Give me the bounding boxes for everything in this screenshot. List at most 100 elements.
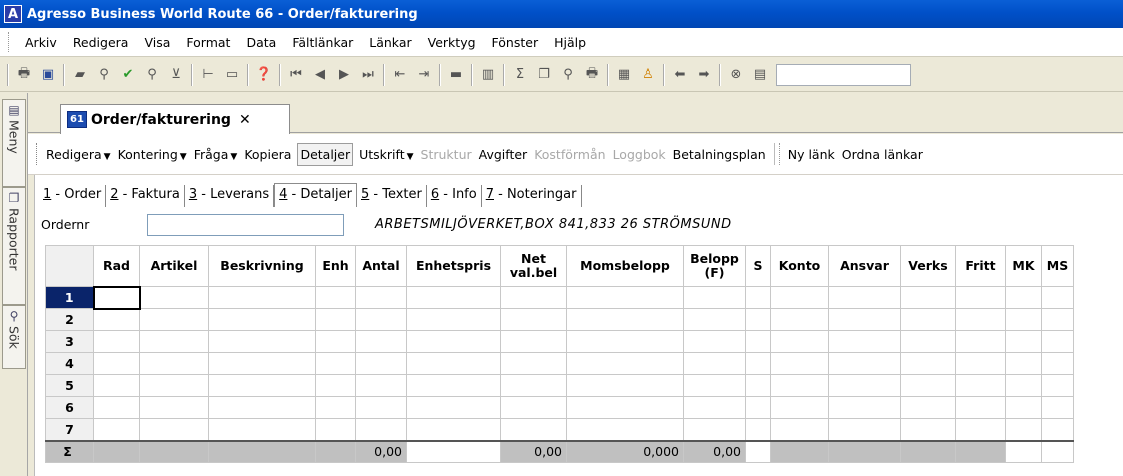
search-icon[interactable]: ⚲ [142,65,162,85]
grid-cell[interactable] [1005,286,1042,309]
grid-cell[interactable] [208,330,316,353]
grid-cell[interactable] [745,308,771,331]
grid-cell[interactable] [683,396,746,419]
grid-cell[interactable] [500,308,567,331]
column-header-net-val-bel[interactable]: Net val.bel [500,245,567,287]
grid-cell[interactable] [93,396,140,419]
merge-icon[interactable]: ⇥ [414,65,434,85]
row-number[interactable]: 4 [45,352,94,375]
grid-cell[interactable] [955,308,1006,331]
chart-icon[interactable]: ▥ [478,65,498,85]
grid-cell[interactable] [955,330,1006,353]
grid-cell[interactable] [955,352,1006,375]
toolbar-search-input[interactable] [776,63,911,86]
action-bar-grip-icon[interactable] [36,143,39,165]
find-icon[interactable]: ⚲ [94,65,114,85]
sidebar-tab-meny[interactable]: ▤ Meny [2,99,26,187]
subtab-3[interactable]: 3 - Leverans [185,185,275,207]
grid-cell[interactable] [683,308,746,331]
menu-arkiv[interactable]: Arkiv [25,35,57,50]
first-record-icon[interactable]: ⏮ [286,65,306,85]
subtab-7[interactable]: 7 - Noteringar [482,185,582,207]
grid-cell[interactable] [745,396,771,419]
grid-cell[interactable] [828,352,901,375]
grid-cell[interactable] [1041,352,1074,375]
split-icon[interactable]: ⇤ [390,65,410,85]
close-icon[interactable]: ✕ [239,112,251,128]
grid-cell[interactable] [1041,286,1074,309]
grid-cell[interactable] [683,352,746,375]
delete-row-icon[interactable]: ▭ [222,65,242,85]
grid-cell[interactable] [1005,352,1042,375]
action-struktur-button[interactable]: Struktur [420,144,473,165]
grid-cell[interactable] [406,396,501,419]
row-number[interactable]: 5 [45,374,94,397]
insert-row-icon[interactable]: ⊢ [198,65,218,85]
grid-cell[interactable] [566,418,684,441]
grid-cell[interactable] [828,374,901,397]
grid-cell[interactable] [315,396,356,419]
grid-cell[interactable] [745,374,771,397]
subtab-4[interactable]: 4 - Detaljer [274,183,357,207]
grid-cell[interactable] [770,330,829,353]
grid-cell[interactable] [93,330,140,353]
action-kontering-button[interactable]: Kontering ▼ [117,144,188,165]
grid-cell[interactable] [745,352,771,375]
grid-cell[interactable] [139,286,209,309]
grid-cell[interactable] [406,286,501,309]
sidebar-tab-sok[interactable]: ⚲ Sök [2,305,26,369]
grid-cell[interactable] [1005,374,1042,397]
column-header-antal[interactable]: Antal [355,245,407,287]
grid-cell[interactable] [355,308,407,331]
action-detaljer-button[interactable]: Detaljer [297,142,354,166]
grid-cell[interactable] [955,418,1006,441]
grid-cell[interactable] [355,396,407,419]
grid-cell[interactable] [139,352,209,375]
grid-cell[interactable] [900,418,956,441]
grid-cell[interactable] [828,396,901,419]
grid-cell[interactable] [828,418,901,441]
grid-cell[interactable] [683,418,746,441]
menu-visa[interactable]: Visa [144,35,170,50]
next-record-icon[interactable]: ▶ [334,65,354,85]
grid-cell[interactable] [828,330,901,353]
grid-cell[interactable] [900,286,956,309]
grid-cell[interactable] [139,374,209,397]
grid-cell[interactable] [1041,308,1074,331]
grid-cell[interactable] [315,418,356,441]
column-header-konto[interactable]: Konto [770,245,829,287]
subtab-1[interactable]: 1 - Order [39,185,107,207]
grid-cell[interactable] [770,308,829,331]
grid-cell[interactable] [500,374,567,397]
grid-cell[interactable] [566,374,684,397]
action-kostf-rm-n-button[interactable]: Kostförmån [533,144,606,165]
grid-cell[interactable] [500,352,567,375]
column-header-artikel[interactable]: Artikel [139,245,209,287]
grid-cell[interactable] [828,286,901,309]
grid-cell[interactable] [406,308,501,331]
action-utskrift-button[interactable]: Utskrift ▼ [358,144,414,165]
subtab-5[interactable]: 5 - Texter [357,185,427,207]
order-number-input[interactable] [147,214,344,236]
last-record-icon[interactable]: ⏭ [358,65,378,85]
document-tab[interactable]: 61 Order/fakturering ✕ [60,104,290,134]
grid-cell[interactable] [955,374,1006,397]
user-icon[interactable]: ♙ [638,65,658,85]
action-fr-ga-button[interactable]: Fråga ▼ [193,144,239,165]
stop-icon[interactable]: ⊗ [726,65,746,85]
menu-lankar[interactable]: Länkar [369,35,411,50]
column-header-fritt[interactable]: Fritt [955,245,1006,287]
action-kopiera-button[interactable]: Kopiera [243,144,292,165]
grid-cell[interactable] [1041,396,1074,419]
grid-cell[interactable] [93,308,140,331]
arrange-links-button[interactable]: Ordna länkar [841,144,924,165]
grid-cell[interactable] [1041,418,1074,441]
grid-cell[interactable] [955,286,1006,309]
grid-cell[interactable] [1005,396,1042,419]
column-header-momsbelopp[interactable]: Momsbelopp [566,245,684,287]
grid-cell[interactable] [406,418,501,441]
grid-cell[interactable] [139,396,209,419]
grid-cell[interactable] [355,352,407,375]
row-number[interactable]: 6 [45,396,94,419]
grid-cell[interactable] [406,374,501,397]
